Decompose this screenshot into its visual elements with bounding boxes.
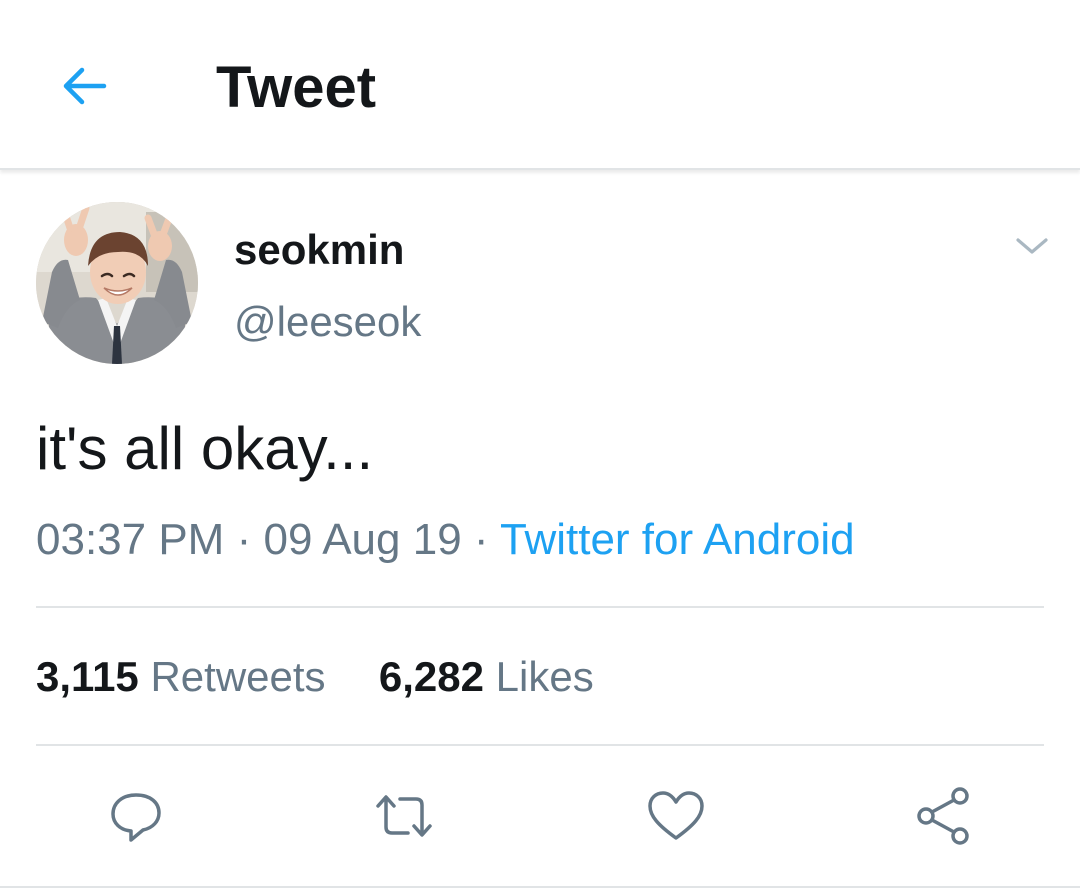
avatar[interactable] [36, 202, 198, 364]
divider [36, 606, 1044, 608]
tweet-text: it's all okay... [36, 415, 374, 482]
retweets-count: 3,115 [36, 653, 139, 700]
profile-photo [36, 202, 198, 364]
arrow-left-icon [63, 67, 107, 105]
retweets-label: Retweets [150, 653, 326, 700]
tweet-source-link[interactable]: Twitter for Android [500, 515, 855, 564]
tweet-time: 03:37 PM [36, 515, 225, 564]
author-handle[interactable]: @leeseok [234, 298, 421, 346]
share-button[interactable] [912, 784, 976, 848]
chevron-down-icon [1016, 238, 1048, 254]
share-icon [917, 787, 969, 845]
likes-label: Likes [495, 653, 594, 700]
tweet-meta: 03:37 PM · 09 Aug 19 · Twitter for Andro… [36, 514, 855, 566]
page-title: Tweet [216, 55, 377, 120]
top-app-bar: Tweet [0, 0, 1080, 170]
meta-separator: · [236, 515, 252, 564]
tweet-action-bar [0, 784, 1080, 848]
author-display-name[interactable]: seokmin [234, 226, 404, 274]
divider [36, 744, 1044, 746]
meta-separator: · [473, 515, 489, 564]
likes-count: 6,282 [378, 653, 484, 700]
like-button[interactable] [644, 784, 708, 848]
retweet-icon [376, 795, 432, 837]
back-button[interactable] [52, 54, 116, 118]
retweets-stat[interactable]: 3,115 Retweets [36, 653, 337, 700]
reply-icon [111, 793, 161, 842]
retweet-button[interactable] [372, 784, 436, 848]
tweet-options-button[interactable] [1008, 226, 1056, 266]
reply-button[interactable] [104, 784, 168, 848]
tweet-date: 09 Aug 19 [263, 515, 462, 564]
divider [0, 886, 1080, 888]
tweet-stats: 3,115 Retweets 6,282 Likes [36, 652, 594, 702]
like-icon [648, 791, 704, 840]
likes-stat[interactable]: 6,282 Likes [379, 653, 594, 700]
